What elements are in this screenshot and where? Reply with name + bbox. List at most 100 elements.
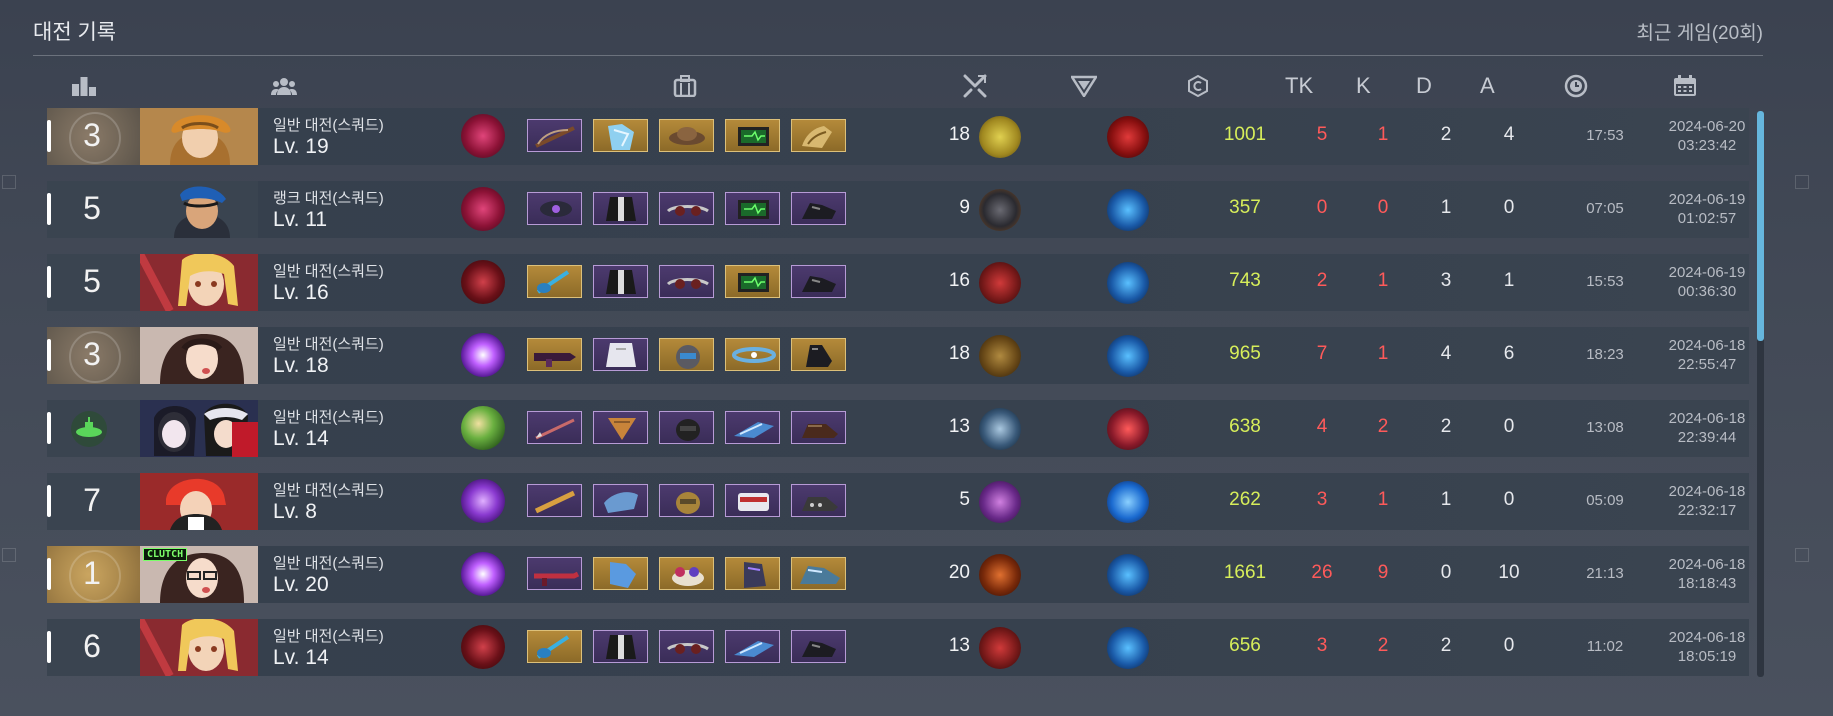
match-row[interactable]: 5 랭크 대전(스쿼드) Lv. 11 9 357 0 0 1 0 07:05 … — [47, 181, 1749, 238]
weapon-mastery-icon[interactable] — [979, 262, 1021, 304]
chest-item-icon[interactable] — [593, 411, 648, 444]
weapon-item-icon[interactable] — [527, 265, 582, 298]
head-item-icon[interactable] — [659, 338, 714, 371]
rank-cell: 3 — [47, 108, 140, 165]
weapon-item-icon[interactable] — [527, 484, 582, 517]
chest-item-icon[interactable] — [593, 265, 648, 298]
kills: 1 — [1377, 489, 1389, 510]
trait-icon[interactable] — [1107, 627, 1149, 669]
assists: 1 — [1503, 270, 1515, 291]
head-item-icon[interactable] — [659, 265, 714, 298]
character-portrait — [140, 619, 258, 676]
weapon-mastery-icon[interactable] — [979, 627, 1021, 669]
chest-item-icon[interactable] — [593, 119, 648, 152]
play-time: 13:08 — [1586, 419, 1624, 436]
row-marker — [47, 339, 51, 371]
skill-icon[interactable] — [461, 552, 505, 596]
arm-item-icon[interactable] — [725, 484, 780, 517]
rank-cell: 7 — [47, 473, 140, 530]
trait-icon[interactable] — [1107, 189, 1149, 231]
skill-icon[interactable] — [461, 114, 505, 158]
trait-icon[interactable] — [1107, 262, 1149, 304]
skill-icon[interactable] — [461, 625, 505, 669]
weapon-item-icon[interactable] — [527, 630, 582, 663]
weapon-level: 13 — [948, 635, 970, 656]
team-kills: 26 — [1311, 562, 1333, 583]
scrollbar[interactable] — [1757, 111, 1764, 677]
trait-icon[interactable] — [1107, 481, 1149, 523]
chest-item-icon[interactable] — [593, 484, 648, 517]
head-item-icon[interactable] — [659, 192, 714, 225]
weapon-mastery-icon[interactable] — [979, 189, 1021, 231]
credit-value: 965 — [1229, 343, 1261, 364]
kills: 1 — [1377, 270, 1389, 291]
d-header: D — [1416, 73, 1432, 98]
leg-item-icon[interactable] — [791, 557, 846, 590]
chest-item-icon[interactable] — [593, 630, 648, 663]
skill-icon[interactable] — [461, 260, 505, 304]
page-title: 대전 기록 — [33, 21, 117, 44]
chest-item-icon[interactable] — [593, 192, 648, 225]
match-row[interactable]: 5 일반 대전(스쿼드) Lv. 16 16 743 2 1 3 1 15:53… — [47, 254, 1749, 311]
head-item-icon[interactable] — [659, 119, 714, 152]
weapon-level: 18 — [948, 124, 970, 145]
leg-item-icon[interactable] — [791, 630, 846, 663]
arm-item-icon[interactable] — [725, 630, 780, 663]
arm-item-icon[interactable] — [725, 411, 780, 444]
trait-icon[interactable] — [1107, 408, 1149, 450]
weapon-item-icon[interactable] — [527, 119, 582, 152]
arm-item-icon[interactable] — [725, 338, 780, 371]
kills: 1 — [1377, 124, 1389, 145]
head-item-icon[interactable] — [659, 630, 714, 663]
head-item-icon[interactable] — [659, 557, 714, 590]
deaths: 1 — [1440, 197, 1452, 218]
weapon-mastery-icon[interactable] — [979, 335, 1021, 377]
trait-icon[interactable] — [1107, 335, 1149, 377]
leg-item-icon[interactable] — [791, 484, 846, 517]
arm-item-icon[interactable] — [725, 192, 780, 225]
skill-icon[interactable] — [461, 333, 505, 377]
arm-item-icon[interactable] — [725, 265, 780, 298]
match-row[interactable]: 3 일반 대전(스쿼드) Lv. 19 18 1001 5 1 2 4 17:5… — [47, 108, 1749, 165]
assists: 4 — [1503, 124, 1515, 145]
head-item-icon[interactable] — [659, 484, 714, 517]
match-row[interactable]: 일반 대전(스쿼드) Lv. 14 13 638 4 2 2 0 13:08 2… — [47, 400, 1749, 457]
leg-item-icon[interactable] — [791, 119, 846, 152]
weapon-mastery-icon[interactable] — [979, 554, 1021, 596]
arm-item-icon[interactable] — [725, 119, 780, 152]
rank-number: 5 — [83, 263, 101, 299]
weapon-item-icon[interactable] — [527, 192, 582, 225]
arm-item-icon[interactable] — [725, 557, 780, 590]
chest-item-icon[interactable] — [593, 557, 648, 590]
match-row[interactable]: 1 CLUTCH 일반 대전(스쿼드) Lv. 20 20 1661 26 9 … — [47, 546, 1749, 603]
player-level: Lv. 18 — [273, 354, 329, 377]
weapon-mastery-icon[interactable] — [979, 408, 1021, 450]
weapon-mastery-icon[interactable] — [979, 116, 1021, 158]
weapon-mastery-icon[interactable] — [979, 481, 1021, 523]
trait-icon[interactable] — [1107, 554, 1149, 596]
head-item-icon[interactable] — [659, 411, 714, 444]
skill-icon[interactable] — [461, 406, 505, 450]
k-header: K — [1356, 73, 1371, 98]
trait-icon[interactable] — [1107, 116, 1149, 158]
weapon-item-icon[interactable] — [527, 557, 582, 590]
skill-icon[interactable] — [461, 187, 505, 231]
weapon-item-icon[interactable] — [527, 338, 582, 371]
skill-icon[interactable] — [461, 479, 505, 523]
deaths: 2 — [1440, 124, 1452, 145]
scroll-thumb[interactable] — [1757, 111, 1764, 341]
leg-item-icon[interactable] — [791, 338, 846, 371]
match-row[interactable]: 6 일반 대전(스쿼드) Lv. 14 13 656 3 2 2 0 11:02… — [47, 619, 1749, 676]
leg-item-icon[interactable] — [791, 411, 846, 444]
player-level: Lv. 16 — [273, 281, 329, 304]
chest-item-icon[interactable] — [593, 338, 648, 371]
weapon-item-icon[interactable] — [527, 411, 582, 444]
game-mode: 일반 대전(스쿼드) — [273, 336, 384, 353]
game-mode: 일반 대전(스쿼드) — [273, 482, 384, 499]
leg-item-icon[interactable] — [791, 265, 846, 298]
match-row[interactable]: 3 일반 대전(스쿼드) Lv. 18 18 965 7 1 4 6 18:23… — [47, 327, 1749, 384]
leg-item-icon[interactable] — [791, 192, 846, 225]
team-kills: 3 — [1316, 635, 1328, 656]
match-row[interactable]: 7 일반 대전(스쿼드) Lv. 8 5 262 3 1 1 0 05:09 2… — [47, 473, 1749, 530]
credit-value: 1001 — [1223, 124, 1267, 145]
